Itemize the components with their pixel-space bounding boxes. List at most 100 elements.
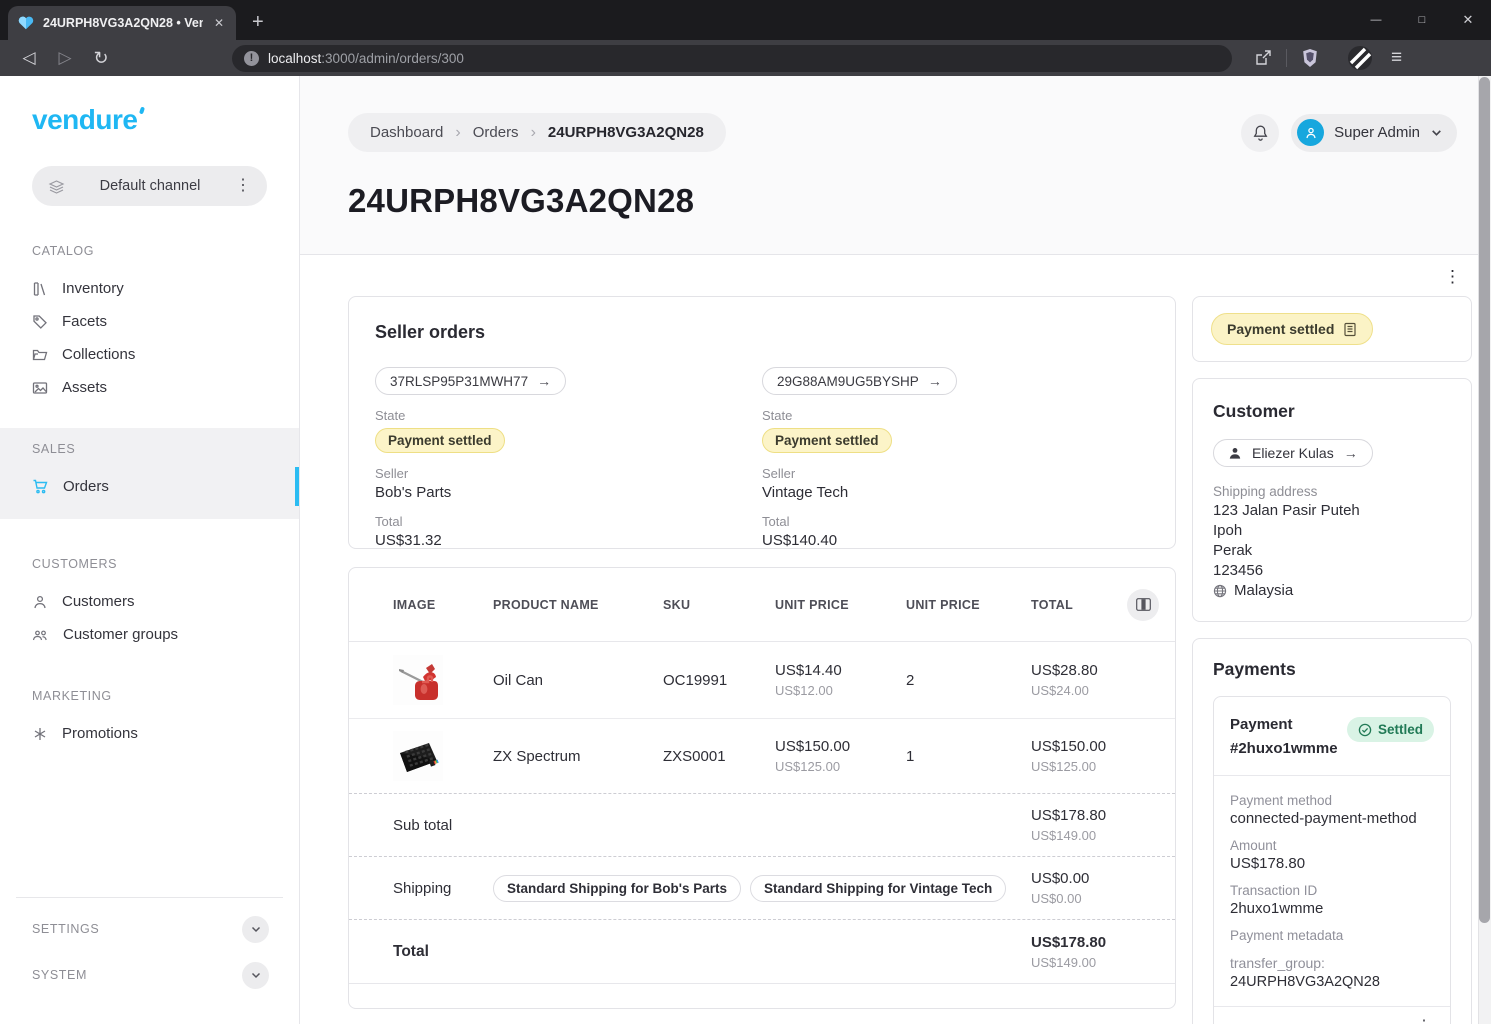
people-icon: [32, 627, 49, 643]
payment-method-value: connected-payment-method: [1230, 810, 1434, 827]
tab-title: 24URPH8VG3A2QN28 • Vendure: [43, 16, 203, 30]
metadata-key: transfer_group:: [1230, 955, 1434, 971]
breadcrumb-separator: ›: [455, 124, 460, 142]
sidebar-item-customers[interactable]: Customers: [0, 585, 299, 618]
tag-icon: [32, 314, 48, 330]
payment-actions-kebab-icon[interactable]: ⋮: [1416, 1019, 1432, 1024]
seller-order-link[interactable]: 29G88AM9UG5BYSHP →: [762, 367, 957, 395]
customer-link[interactable]: Eliezer Kulas →: [1213, 439, 1373, 467]
state-label: State: [375, 408, 762, 423]
new-tab-button[interactable]: +: [252, 11, 264, 34]
section-label-sales: SALES: [32, 442, 299, 456]
col-header-image: IMAGE: [393, 598, 493, 612]
back-button[interactable]: ◁: [14, 48, 44, 68]
scrollbar-thumb[interactable]: [1479, 77, 1490, 923]
columns-icon: [1136, 598, 1151, 611]
sidebar-section-settings[interactable]: SETTINGS: [0, 906, 299, 952]
page-title: 24URPH8VG3A2QN28: [348, 182, 1457, 220]
breadcrumb-orders[interactable]: Orders: [473, 124, 519, 141]
column-settings-button[interactable]: [1127, 589, 1159, 621]
url-text: localhost:3000/admin/orders/300: [268, 51, 464, 66]
breadcrumb-separator: ›: [531, 124, 536, 142]
sidebar-item-collections[interactable]: Collections: [0, 338, 299, 371]
shipping-value-net: US$0.00: [1031, 891, 1119, 906]
shipping-method-pill: Standard Shipping for Vintage Tech: [750, 875, 1006, 902]
notifications-button[interactable]: [1241, 114, 1279, 152]
channel-switcher[interactable]: Default channel ⋮: [32, 166, 267, 206]
payment-status-pill: Settled: [1347, 717, 1434, 742]
address-bar[interactable]: ! localhost:3000/admin/orders/300: [232, 45, 1232, 72]
quantity: 1: [906, 748, 1031, 765]
state-chip: Payment settled: [762, 428, 892, 453]
forward-button[interactable]: ▷: [50, 48, 80, 68]
sidebar-item-assets[interactable]: Assets: [0, 371, 299, 404]
seller-label: Seller: [375, 466, 762, 481]
product-name: ZX Spectrum: [493, 748, 663, 765]
section-label-marketing: MARKETING: [32, 689, 299, 703]
user-menu[interactable]: Super Admin: [1291, 114, 1457, 152]
order-actions-kebab-icon[interactable]: ⋮: [1444, 267, 1461, 287]
transaction-id-label: Transaction ID: [1230, 883, 1434, 898]
arrow-right-icon: →: [928, 373, 942, 389]
payment-label: Payment: [1230, 713, 1338, 737]
bell-icon: [1252, 124, 1269, 142]
order-lines-table: IMAGE PRODUCT NAME SKU UNIT PRICE UNIT P…: [348, 567, 1176, 1009]
sidebar-item-inventory[interactable]: Inventory: [0, 272, 299, 305]
vendure-logo: vendure: [32, 104, 137, 136]
breadcrumb-dashboard[interactable]: Dashboard: [370, 124, 443, 141]
section-label-catalog: CATALOG: [32, 244, 299, 258]
menu-icon[interactable]: ≡: [1391, 47, 1402, 69]
unit-price-net: US$125.00: [775, 759, 906, 774]
payments-card: Payments Payment #2huxo1wmme Settled: [1192, 638, 1472, 1024]
nav-section-marketing: MARKETING Promotions: [0, 689, 299, 750]
person-icon: [1228, 446, 1242, 460]
sidebar-divider: [16, 897, 283, 898]
arrow-right-icon: →: [537, 373, 551, 389]
order-state-pill[interactable]: Payment settled: [1211, 313, 1373, 345]
quantity: 2: [906, 672, 1031, 689]
address-line: Perak: [1213, 542, 1451, 559]
seller-order-1: 37RLSP95P31MWH77 → State Payment settled…: [375, 367, 762, 549]
shipping-value-cell: US$0.00 US$0.00: [1031, 870, 1119, 906]
avatar: [1297, 119, 1324, 146]
unit-price: US$14.40: [775, 662, 906, 679]
site-info-icon[interactable]: !: [244, 51, 259, 66]
page-scrollbar[interactable]: [1478, 76, 1491, 1024]
chevron-down-icon[interactable]: [242, 962, 269, 989]
product-image: [393, 655, 493, 705]
window-minimize-button[interactable]: —: [1353, 14, 1399, 26]
amount-value: US$178.80: [1230, 855, 1434, 872]
order-state-card: Payment settled: [1192, 296, 1472, 362]
chevron-down-icon[interactable]: [242, 916, 269, 943]
line-total-net: US$24.00: [1031, 683, 1119, 698]
window-maximize-button[interactable]: □: [1399, 14, 1445, 26]
payment-status-label: Settled: [1378, 722, 1423, 737]
tab-close-icon[interactable]: ✕: [212, 16, 226, 30]
unit-price-cell: US$150.00 US$125.00: [775, 738, 906, 774]
sidebar-item-customer-groups[interactable]: Customer groups: [0, 618, 299, 651]
window-close-button[interactable]: ✕: [1445, 12, 1491, 28]
table-row: ZX Spectrum ZXS0001 US$150.00 US$125.00 …: [349, 719, 1175, 794]
sidebar-item-orders[interactable]: Orders: [0, 470, 299, 503]
browser-tab[interactable]: 24URPH8VG3A2QN28 • Vendure ✕: [8, 6, 236, 40]
inventory-icon: [32, 281, 48, 297]
cart-icon: [32, 478, 49, 495]
shipping-row: Shipping Standard Shipping for Bob's Par…: [349, 857, 1175, 920]
user-name: Super Admin: [1334, 124, 1420, 141]
nav-section-customers: CUSTOMERS Customers Customer groups: [0, 557, 299, 651]
channel-kebab-icon[interactable]: ⋮: [235, 178, 251, 194]
browser-tab-bar: 24URPH8VG3A2QN28 • Vendure ✕ + — □ ✕: [0, 0, 1491, 40]
share-icon[interactable]: [1254, 49, 1272, 67]
seller-orders-title: Seller orders: [375, 322, 1149, 343]
brave-shield-icon[interactable]: [1301, 48, 1319, 68]
sidebar-item-facets[interactable]: Facets: [0, 305, 299, 338]
seller-name: Vintage Tech: [762, 484, 1149, 501]
sidebar-item-promotions[interactable]: Promotions: [0, 717, 299, 750]
rewards-striped-icon[interactable]: [1347, 45, 1373, 71]
sidebar-section-system[interactable]: SYSTEM: [0, 952, 299, 998]
seller-order-link[interactable]: 37RLSP95P31MWH77 →: [375, 367, 566, 395]
shipping-value: US$0.00: [1031, 870, 1119, 887]
total-label: Total: [762, 514, 1149, 529]
reload-button[interactable]: ↻: [86, 48, 116, 69]
history-doc-icon: [1343, 322, 1357, 337]
